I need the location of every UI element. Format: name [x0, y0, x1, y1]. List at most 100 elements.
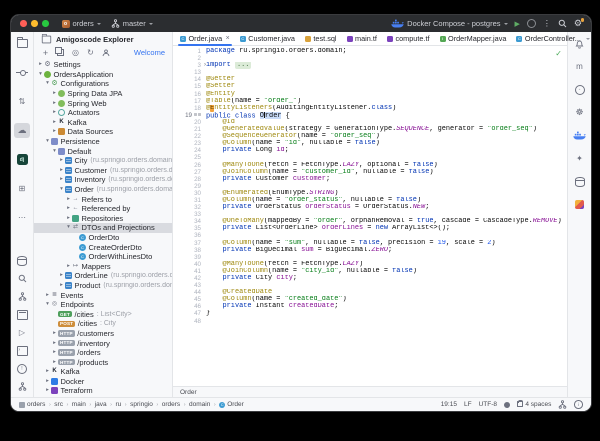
gradle-icon[interactable]: ◦ — [572, 82, 588, 97]
tree-item-customer[interactable]: ▸Customer(ru.springio.orders.dom — [34, 166, 172, 176]
tree-item-orderline[interactable]: ▸OrderLine(ru.springio.orders.dom — [34, 271, 172, 281]
notifications-icon[interactable] — [572, 36, 588, 51]
project-folder-icon[interactable] — [14, 36, 30, 51]
gutter-marker-icon[interactable] — [194, 113, 197, 116]
tree-toggle-icon[interactable]: ▸ — [51, 89, 58, 98]
tree-item-createorderdto[interactable]: CCreateOrderDto — [34, 242, 172, 252]
tree-toggle-icon[interactable]: ▸ — [58, 166, 65, 175]
tree-toggle-icon[interactable]: ▸ — [51, 108, 58, 117]
tree-item-inventory[interactable]: ▸Inventory(ru.springio.orders.dom — [34, 175, 172, 185]
tree-toggle-icon[interactable]: ▾ — [37, 70, 44, 79]
tree-item-orderwithlinesdto[interactable]: COrderWithLinesDto — [34, 252, 172, 262]
tree-item--inventory[interactable]: ▸HTTP/inventory — [34, 338, 172, 348]
status-branch-icon[interactable] — [558, 400, 567, 409]
tree-item-events[interactable]: ▸≣Events — [34, 290, 172, 300]
tree-toggle-icon[interactable]: ▸ — [51, 118, 58, 127]
code-editor[interactable]: ✓ 1package ru.springio.orders.domain;23›… — [173, 46, 567, 386]
tree-toggle-icon[interactable]: ▸ — [65, 214, 72, 223]
gutter-marker-icon[interactable] — [198, 113, 201, 116]
tab-compute-tf[interactable]: compute.tf — [382, 32, 435, 45]
maven-icon[interactable]: m — [572, 59, 588, 74]
tree-toggle-icon[interactable]: ▸ — [44, 377, 51, 386]
tree-item-mappers[interactable]: ▸↦Mappers — [34, 261, 172, 271]
tree-toggle-icon[interactable]: ▸ — [65, 195, 72, 204]
tree-item-orderdto[interactable]: COrderDto — [34, 233, 172, 243]
amigoscode-explorer-icon[interactable]: ☁ — [14, 123, 30, 138]
breadcrumb-item-orders[interactable]: orders — [19, 401, 45, 408]
tree-toggle-icon[interactable]: ▸ — [51, 329, 58, 338]
tab-main-tf[interactable]: main.tf — [342, 32, 382, 45]
tree-toggle-icon[interactable]: ▾ — [44, 137, 51, 146]
problems-icon[interactable]: ! — [14, 361, 30, 376]
tree-toggle-icon[interactable]: ▸ — [58, 156, 65, 165]
tree-item-data-sources[interactable]: ▸Data Sources — [34, 127, 172, 137]
tab-order-java[interactable]: COrder.java× — [175, 32, 235, 45]
breadcrumb-item-ru[interactable]: ru — [116, 401, 122, 408]
info-icon[interactable]: i — [574, 400, 583, 409]
fold-toggle-icon[interactable]: › — [204, 62, 206, 69]
tree-item--customers[interactable]: ▸HTTP/customers — [34, 329, 172, 339]
refresh-icon[interactable]: ↻ — [86, 48, 95, 57]
inspections-ok-icon[interactable]: ✓ — [555, 49, 562, 58]
breadcrumb-item-springio[interactable]: springio — [130, 401, 153, 408]
welcome-link[interactable]: Welcome — [134, 48, 165, 57]
docker-icon[interactable] — [572, 128, 588, 143]
profile-icon[interactable] — [101, 48, 110, 57]
tree-toggle-icon[interactable]: ▸ — [65, 204, 72, 213]
tree-item--products[interactable]: ▸HTTP/products — [34, 357, 172, 367]
tab-test-sql[interactable]: test.sql — [300, 32, 342, 45]
tree-toggle-icon[interactable]: ▸ — [44, 367, 51, 376]
kubernetes-icon[interactable]: ☸ — [572, 105, 588, 120]
line-separator[interactable]: LF — [464, 401, 472, 408]
indent-widget[interactable]: 4 spaces — [517, 401, 551, 408]
tree-toggle-icon[interactable]: ▸ — [58, 271, 65, 280]
jpa-buddy-icon[interactable]: dj — [14, 152, 30, 167]
tree-item-endpoints[interactable]: ▾◎Endpoints — [34, 300, 172, 310]
minimize-window-button[interactable] — [31, 20, 38, 27]
locate-icon[interactable]: ◎ — [71, 48, 80, 57]
run-button[interactable]: ▶ — [515, 20, 520, 28]
tree-item-settings[interactable]: ▸⚙Settings — [34, 60, 172, 70]
status-circle-icon[interactable] — [504, 402, 510, 408]
tree-item-default[interactable]: ▾Default — [34, 146, 172, 156]
database-icon[interactable] — [572, 174, 588, 189]
tree-item-configurations[interactable]: ▾⚙Configurations — [34, 79, 172, 89]
tree-toggle-icon[interactable]: ▸ — [51, 99, 58, 108]
tree-item-repositories[interactable]: ▸Repositories — [34, 214, 172, 224]
breadcrumb-item-java[interactable]: java — [95, 401, 107, 408]
settings-gear-icon[interactable]: ⚙ — [574, 19, 582, 28]
tree-item-actuators[interactable]: ▸Actuators — [34, 108, 172, 118]
tree-toggle-icon[interactable]: ▸ — [58, 175, 65, 184]
tree-item-kafka[interactable]: ▸KKafka — [34, 118, 172, 128]
tree-toggle-icon[interactable]: ▸ — [37, 60, 44, 69]
tree-item-ordersapplication[interactable]: ▾OrdersApplication — [34, 70, 172, 80]
tree-toggle-icon[interactable]: ▸ — [44, 291, 51, 300]
breadcrumb-item-orders[interactable]: orders — [162, 401, 180, 408]
project-widget[interactable]: o orders — [62, 19, 101, 28]
breadcrumb-item-order[interactable]: COrder — [219, 401, 244, 408]
run-icon[interactable]: ▷ — [14, 325, 30, 340]
copy-icon[interactable] — [56, 48, 65, 57]
tree-toggle-icon[interactable]: ▾ — [58, 185, 65, 194]
services-icon[interactable] — [14, 307, 30, 322]
commit-icon[interactable] — [14, 65, 30, 80]
add-icon[interactable]: + — [41, 48, 50, 57]
tree-toggle-icon[interactable]: ▸ — [51, 348, 58, 357]
tree-toggle-icon[interactable]: ▸ — [51, 339, 58, 348]
breadcrumb-item-src[interactable]: src — [54, 401, 63, 408]
breadcrumb-item-domain[interactable]: domain — [189, 401, 210, 408]
tab-ordermapper-java[interactable]: IOrderMapper.java — [435, 32, 512, 45]
tree-item-city[interactable]: ▸City(ru.springio.orders.domain) — [34, 156, 172, 166]
tab-customer-java[interactable]: CCustomer.java — [235, 32, 300, 45]
whats-new-icon[interactable] — [572, 197, 588, 212]
tree-item--orders[interactable]: ▸HTTP/orders — [34, 348, 172, 358]
more-icon[interactable]: ⋯ — [14, 210, 30, 225]
search-everywhere-icon[interactable] — [558, 19, 567, 28]
version-control-icon[interactable] — [14, 379, 30, 394]
tree-item-order[interactable]: ▾Order(ru.springio.orders.domain — [34, 185, 172, 195]
terminal-icon[interactable] — [14, 343, 30, 358]
tree-toggle-icon[interactable]: ▾ — [44, 79, 51, 88]
tree-item-terraform[interactable]: ▸Terraform — [34, 386, 172, 396]
tree-item-spring-web[interactable]: ▸Spring Web — [34, 98, 172, 108]
tree-toggle-icon[interactable]: ▸ — [58, 281, 65, 290]
